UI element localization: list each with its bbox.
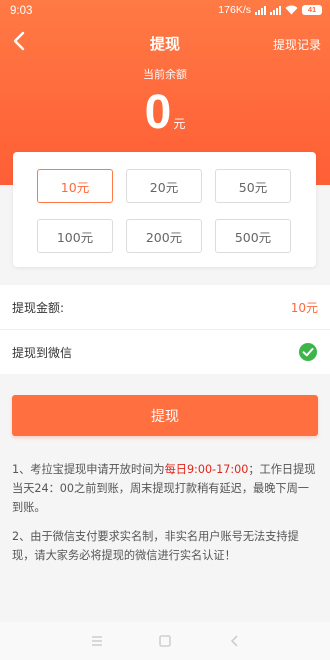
- amount-option-500[interactable]: 500元: [215, 219, 291, 253]
- signal-icon: [255, 5, 266, 15]
- status-indicators: 176K/s 41: [218, 4, 322, 16]
- status-time: 9:03: [10, 5, 33, 17]
- withdraw-to-wechat-row[interactable]: 提现到微信: [0, 330, 330, 374]
- note-1: 1、考拉宝提现申请开放时间为每日9:00-17:00；工作日提现当天24：00之…: [12, 460, 318, 517]
- system-nav-bar: [0, 622, 330, 660]
- back-nav-icon[interactable]: [228, 635, 242, 647]
- nav-bar: 提现 提现记录: [0, 30, 330, 56]
- withdraw-amount-row: 提现金额: 10元: [0, 285, 330, 329]
- battery-icon: 41: [302, 5, 322, 15]
- withdraw-amount-label: 提现金额:: [12, 301, 65, 315]
- home-icon[interactable]: [158, 635, 172, 647]
- wifi-icon: [285, 5, 298, 15]
- note-1-highlight: 每日9:00-17:00: [164, 463, 249, 476]
- amount-options-card: 10元 20元 50元 100元 200元 500元: [13, 152, 316, 267]
- amount-option-10[interactable]: 10元: [37, 169, 113, 203]
- withdraw-amount-value: 10元: [290, 301, 318, 315]
- amount-option-20[interactable]: 20元: [126, 169, 202, 203]
- network-speed: 176K/s: [218, 4, 251, 16]
- amount-option-200[interactable]: 200元: [126, 219, 202, 253]
- check-circle-icon[interactable]: [299, 343, 317, 361]
- signal-icon-2: [270, 5, 281, 15]
- note-2: 2、由于微信支付要求实名制，非实名用户账号无法支持提现，请大家务必将提现的微信进…: [12, 530, 299, 562]
- withdraw-to-wechat-label: 提现到微信: [12, 346, 73, 360]
- withdraw-record-link[interactable]: 提现记录: [273, 36, 321, 53]
- status-bar: 9:03 176K/s 41: [0, 0, 330, 22]
- withdraw-submit-button[interactable]: 提现: [12, 395, 318, 436]
- withdraw-notes: 1、考拉宝提现申请开放时间为每日9:00-17:00；工作日提现当天24：00之…: [12, 460, 318, 575]
- menu-icon[interactable]: [90, 635, 104, 647]
- balance-value: 0: [144, 86, 172, 139]
- balance-unit: 元: [173, 117, 186, 131]
- balance-display: 0元: [0, 88, 330, 138]
- amount-option-50[interactable]: 50元: [215, 169, 291, 203]
- note-1-prefix: 1、考拉宝提现申请开放时间为: [12, 463, 165, 476]
- amount-option-100[interactable]: 100元: [37, 219, 113, 253]
- balance-label: 当前余额: [143, 68, 187, 81]
